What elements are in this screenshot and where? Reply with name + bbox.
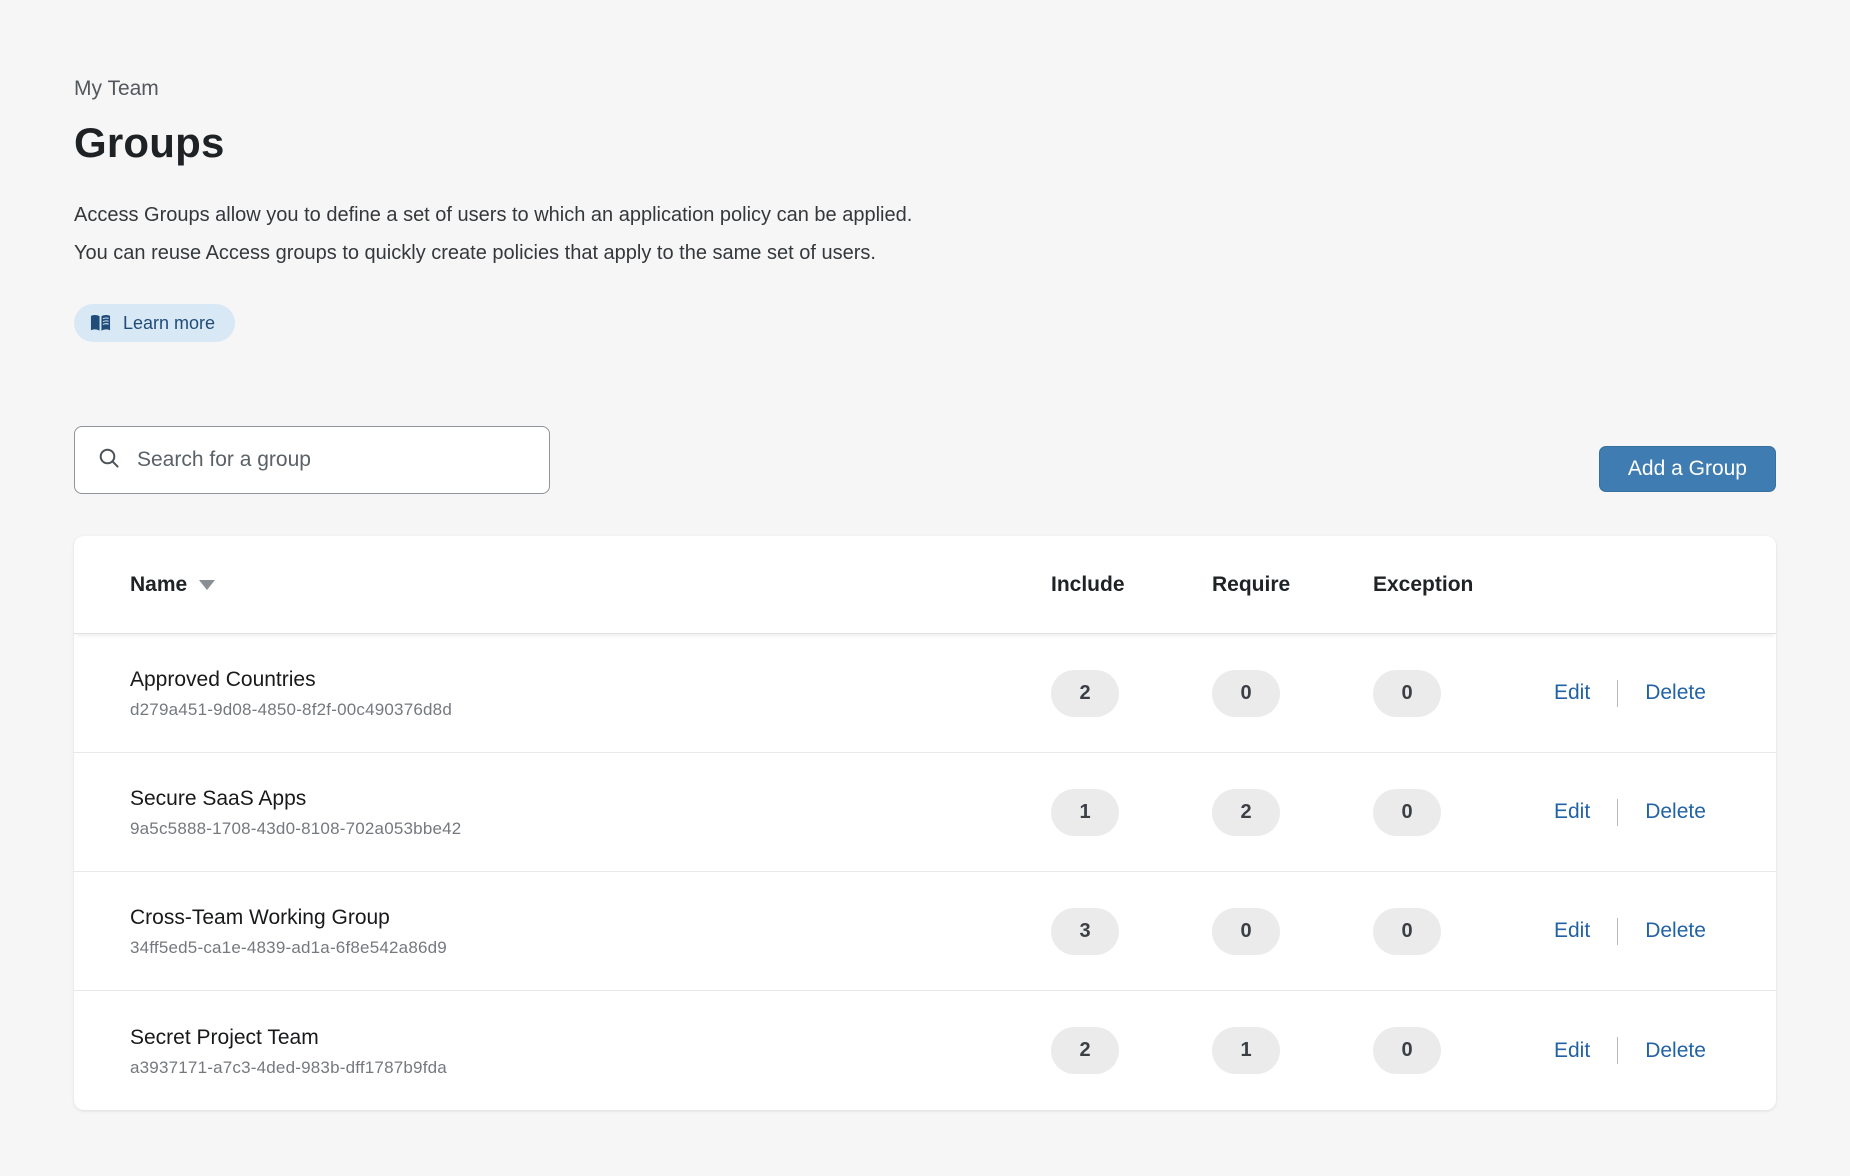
group-name: Secret Project Team: [130, 1024, 1051, 1051]
action-divider: [1617, 1037, 1618, 1064]
group-id: a3937171-a7c3-4ded-983b-dff1787b9fda: [130, 1058, 1051, 1078]
table-row: Secret Project Team a3937171-a7c3-4ded-9…: [74, 991, 1776, 1110]
column-header-name[interactable]: Name: [130, 573, 215, 597]
table-body: Approved Countries d279a451-9d08-4850-8f…: [74, 634, 1776, 1110]
description-line-1: Access Groups allow you to define a set …: [74, 196, 1776, 234]
row-actions: Edit Delete: [1554, 799, 1720, 826]
groups-page: My Team Groups Access Groups allow you t…: [0, 76, 1850, 1110]
include-count-badge: 2: [1051, 1027, 1119, 1074]
page-description: Access Groups allow you to define a set …: [74, 196, 1776, 272]
exception-cell: 0: [1373, 670, 1554, 717]
require-cell: 2: [1212, 789, 1373, 836]
column-header-include: Include: [1051, 573, 1212, 597]
edit-link[interactable]: Edit: [1554, 1039, 1590, 1063]
include-count-badge: 1: [1051, 789, 1119, 836]
page-title: Groups: [74, 118, 1776, 168]
group-name: Cross-Team Working Group: [130, 904, 1051, 931]
require-count-badge: 1: [1212, 1027, 1280, 1074]
group-name-cell: Secure SaaS Apps 9a5c5888-1708-43d0-8108…: [130, 785, 1051, 839]
require-cell: 1: [1212, 1027, 1373, 1074]
action-divider: [1617, 918, 1618, 945]
require-count-badge: 0: [1212, 670, 1280, 717]
edit-link[interactable]: Edit: [1554, 919, 1590, 943]
edit-link[interactable]: Edit: [1554, 681, 1590, 705]
group-name-cell: Cross-Team Working Group 34ff5ed5-ca1e-4…: [130, 904, 1051, 958]
exception-cell: 0: [1373, 789, 1554, 836]
group-id: 34ff5ed5-ca1e-4839-ad1a-6f8e542a86d9: [130, 938, 1051, 958]
search-icon: [97, 446, 121, 475]
add-group-button[interactable]: Add a Group: [1599, 446, 1776, 492]
description-line-2: You can reuse Access groups to quickly c…: [74, 234, 1776, 272]
require-cell: 0: [1212, 908, 1373, 955]
table-header: Name Include Require Exception: [74, 536, 1776, 634]
include-cell: 1: [1051, 789, 1212, 836]
group-name-cell: Approved Countries d279a451-9d08-4850-8f…: [130, 666, 1051, 720]
delete-link[interactable]: Delete: [1645, 1039, 1706, 1063]
action-divider: [1617, 680, 1618, 707]
learn-more-button[interactable]: Learn more: [74, 304, 235, 342]
delete-link[interactable]: Delete: [1645, 800, 1706, 824]
group-id: d279a451-9d08-4850-8f2f-00c490376d8d: [130, 700, 1051, 720]
row-actions: Edit Delete: [1554, 680, 1720, 707]
exception-count-badge: 0: [1373, 670, 1441, 717]
exception-count-badge: 0: [1373, 1027, 1441, 1074]
include-count-badge: 3: [1051, 908, 1119, 955]
action-divider: [1617, 799, 1618, 826]
name-column-label: Name: [130, 573, 187, 597]
group-name-cell: Secret Project Team a3937171-a7c3-4ded-9…: [130, 1024, 1051, 1078]
include-cell: 2: [1051, 1027, 1212, 1074]
require-count-badge: 2: [1212, 789, 1280, 836]
column-header-require: Require: [1212, 573, 1373, 597]
include-count-badge: 2: [1051, 670, 1119, 717]
table-row: Approved Countries d279a451-9d08-4850-8f…: [74, 634, 1776, 753]
exception-count-badge: 0: [1373, 789, 1441, 836]
edit-link[interactable]: Edit: [1554, 800, 1590, 824]
require-cell: 0: [1212, 670, 1373, 717]
require-count-badge: 0: [1212, 908, 1280, 955]
exception-count-badge: 0: [1373, 908, 1441, 955]
exception-cell: 0: [1373, 1027, 1554, 1074]
table-row: Secure SaaS Apps 9a5c5888-1708-43d0-8108…: [74, 753, 1776, 872]
delete-link[interactable]: Delete: [1645, 919, 1706, 943]
groups-table: Name Include Require Exception Approved …: [74, 536, 1776, 1110]
group-name: Secure SaaS Apps: [130, 785, 1051, 812]
row-actions: Edit Delete: [1554, 1037, 1720, 1064]
open-book-icon: [90, 314, 111, 332]
breadcrumb: My Team: [74, 76, 1776, 102]
learn-more-label: Learn more: [123, 313, 215, 334]
group-name: Approved Countries: [130, 666, 1051, 693]
exception-cell: 0: [1373, 908, 1554, 955]
search-input[interactable]: [137, 448, 527, 472]
toolbar: Add a Group: [74, 426, 1776, 494]
include-cell: 2: [1051, 670, 1212, 717]
delete-link[interactable]: Delete: [1645, 681, 1706, 705]
table-row: Cross-Team Working Group 34ff5ed5-ca1e-4…: [74, 872, 1776, 991]
column-header-exception: Exception: [1373, 573, 1554, 597]
include-cell: 3: [1051, 908, 1212, 955]
caret-down-icon: [199, 580, 215, 590]
group-search-box: [74, 426, 550, 494]
row-actions: Edit Delete: [1554, 918, 1720, 945]
group-id: 9a5c5888-1708-43d0-8108-702a053bbe42: [130, 819, 1051, 839]
